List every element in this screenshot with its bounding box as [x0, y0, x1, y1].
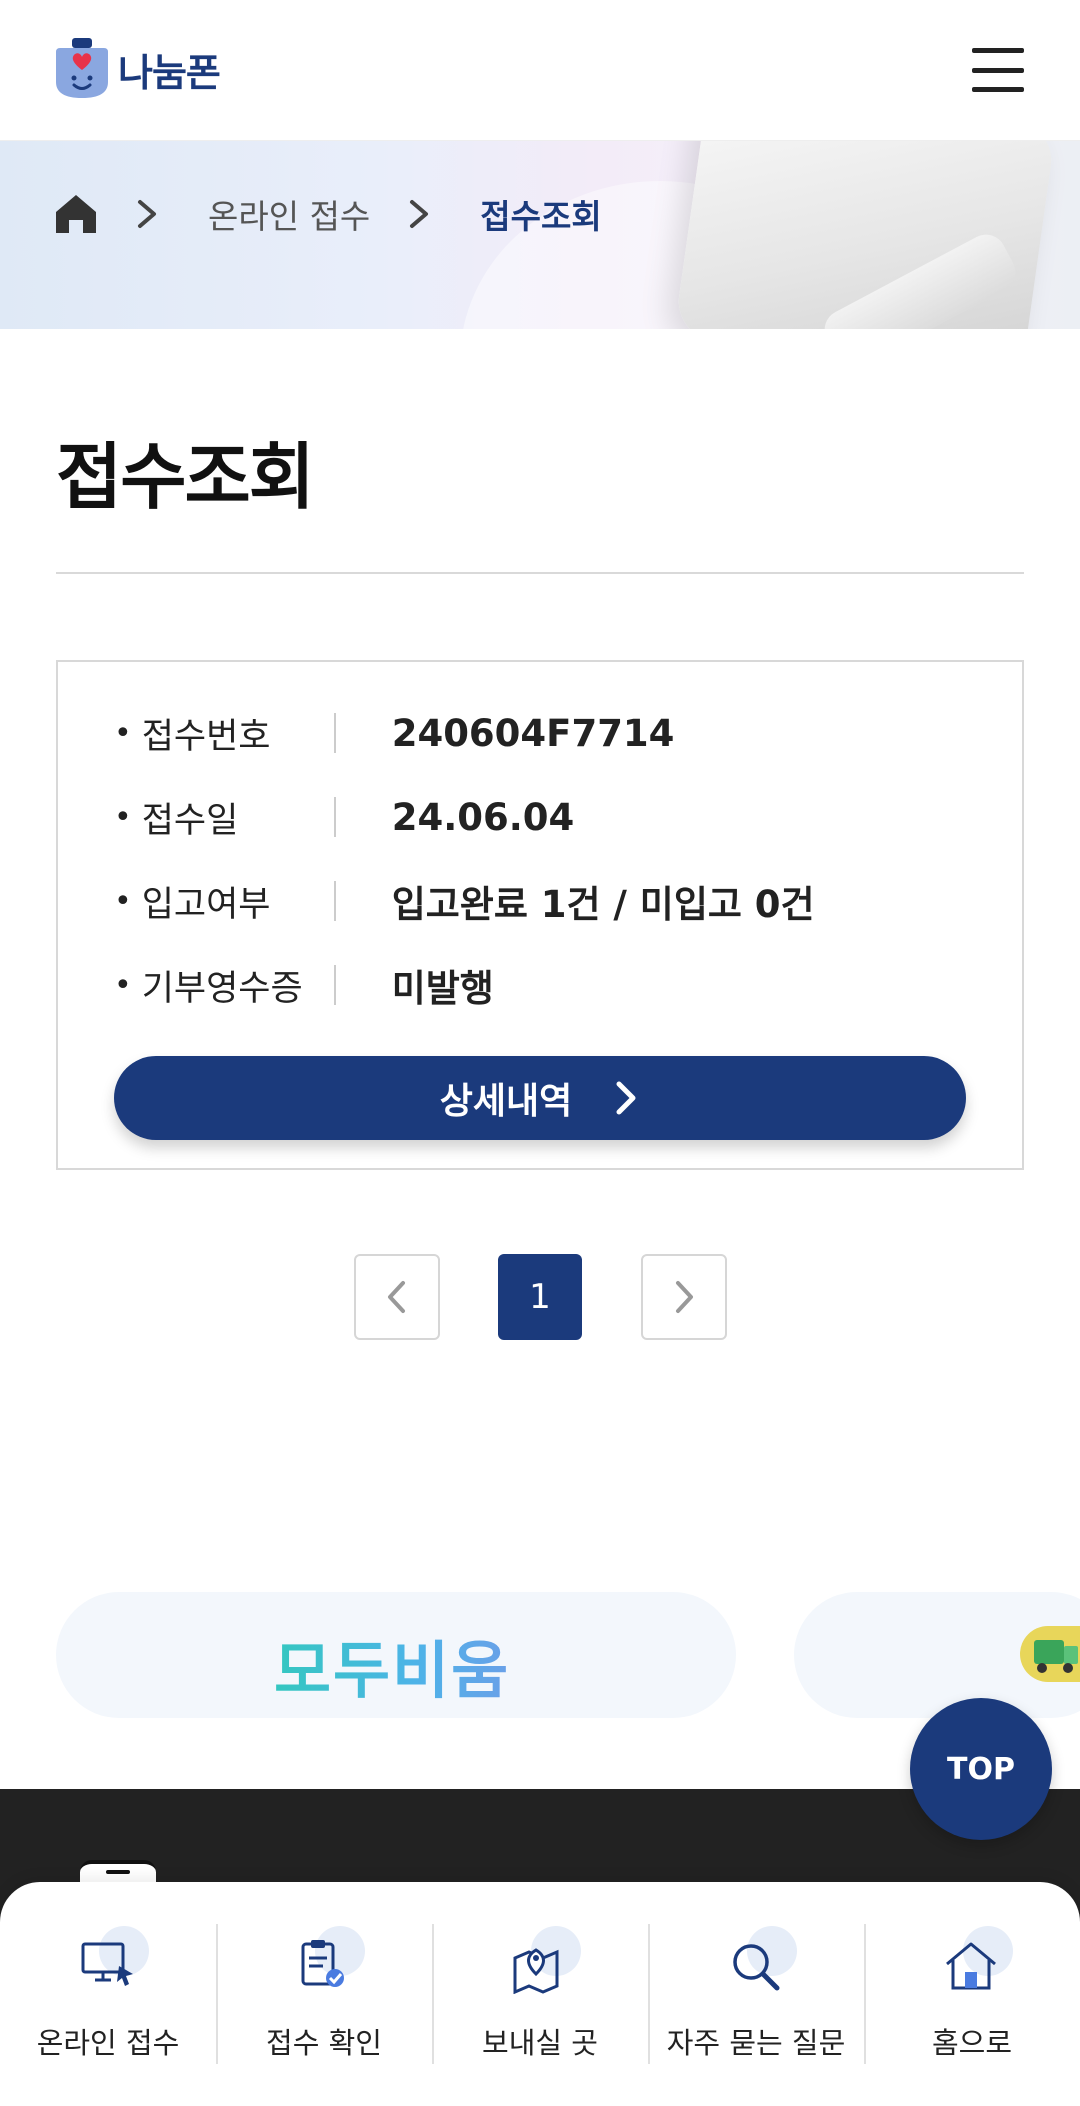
row-divider — [333, 713, 336, 753]
receipt-row: • 입고여부 입고완료 1건 / 미입고 0건 — [114, 876, 815, 926]
chevron-right-icon — [410, 200, 429, 228]
house-icon — [927, 1926, 1017, 2006]
row-divider — [333, 965, 336, 1005]
monitor-cursor-icon — [63, 1926, 153, 2006]
receipt-row: • 기부영수증 미발행 — [114, 960, 494, 1010]
partner-logo: 모두비움 — [274, 1620, 510, 1710]
breadcrumb-banner: 온라인 접수 접수조회 — [0, 141, 1080, 329]
receipt-label: 접수일 — [141, 800, 239, 841]
nav-label: 온라인 접수 — [36, 2026, 180, 2060]
nav-send-address[interactable]: 보내실 곳 — [432, 1926, 648, 2066]
receipt-label: 기부영수증 — [141, 968, 303, 1009]
nav-faq[interactable]: 자주 묻는 질문 — [648, 1926, 864, 2066]
nav-label: 접수 확인 — [266, 2026, 382, 2060]
bottom-nav: 온라인 접수 접수 확인 보내실 곳 자주 묻는 질문 홈으로 — [0, 1882, 1080, 2106]
receipt-label: 입고여부 — [141, 884, 271, 925]
stock-status-value: 입고완료 1건 / 미입고 0건 — [391, 883, 815, 926]
breadcrumb-online-apply[interactable]: 온라인 접수 — [208, 190, 370, 238]
receipt-number-value: 240604F7714 — [391, 711, 675, 755]
map-pin-icon — [495, 1926, 585, 2006]
breadcrumb-current: 접수조회 — [480, 197, 602, 236]
nav-label: 보내실 곳 — [482, 2026, 598, 2060]
chevron-left-icon — [388, 1281, 405, 1313]
row-divider — [333, 881, 336, 921]
page-title: 접수조회 — [56, 435, 315, 519]
row-divider — [333, 797, 336, 837]
truck-icon — [1020, 1626, 1080, 1682]
chevron-right-icon — [138, 200, 156, 228]
logo[interactable]: 나눔폰 — [54, 38, 221, 100]
logo-text: 나눔폰 — [118, 50, 221, 95]
bullet: • — [114, 715, 132, 751]
clipboard-check-icon — [279, 1926, 369, 2006]
title-divider — [56, 572, 1024, 574]
detail-button[interactable]: 상세내역 — [114, 1056, 966, 1140]
logo-mark-icon — [54, 38, 110, 100]
receipt-date-value: 24.06.04 — [391, 795, 575, 839]
bullet: • — [114, 799, 132, 835]
nav-label: 자주 묻는 질문 — [666, 2026, 846, 2060]
donation-receipt-value: 미발행 — [391, 967, 494, 1010]
nav-online-apply[interactable]: 온라인 접수 — [0, 1926, 216, 2066]
prev-page-button[interactable] — [354, 1254, 440, 1340]
magnifier-icon — [711, 1926, 801, 2006]
nav-home[interactable]: 홈으로 — [864, 1926, 1080, 2066]
receipt-label: 접수번호 — [141, 716, 271, 757]
home-icon[interactable] — [54, 192, 98, 236]
scroll-top-button[interactable]: TOP — [910, 1698, 1052, 1840]
chevron-right-icon — [616, 1081, 636, 1115]
hamburger-menu-icon[interactable] — [972, 48, 1024, 92]
nav-check-receipt[interactable]: 접수 확인 — [216, 1926, 432, 2066]
receipt-card: • 접수번호 240604F7714 • 접수일 24.06.04 • 입고여부… — [56, 660, 1024, 1170]
receipt-row: • 접수번호 240604F7714 — [114, 708, 674, 758]
bullet: • — [114, 967, 132, 1003]
receipt-row: • 접수일 24.06.04 — [114, 792, 574, 842]
next-page-button[interactable] — [641, 1254, 727, 1340]
chevron-right-icon — [676, 1281, 693, 1313]
nav-label: 홈으로 — [931, 2026, 1013, 2060]
page-1-button[interactable]: 1 — [498, 1254, 582, 1340]
detail-button-label: 상세내역 — [439, 1081, 573, 1122]
app-header: 나눔폰 — [0, 0, 1080, 141]
breadcrumb: 온라인 접수 접수조회 — [54, 191, 602, 237]
bullet: • — [114, 883, 132, 919]
